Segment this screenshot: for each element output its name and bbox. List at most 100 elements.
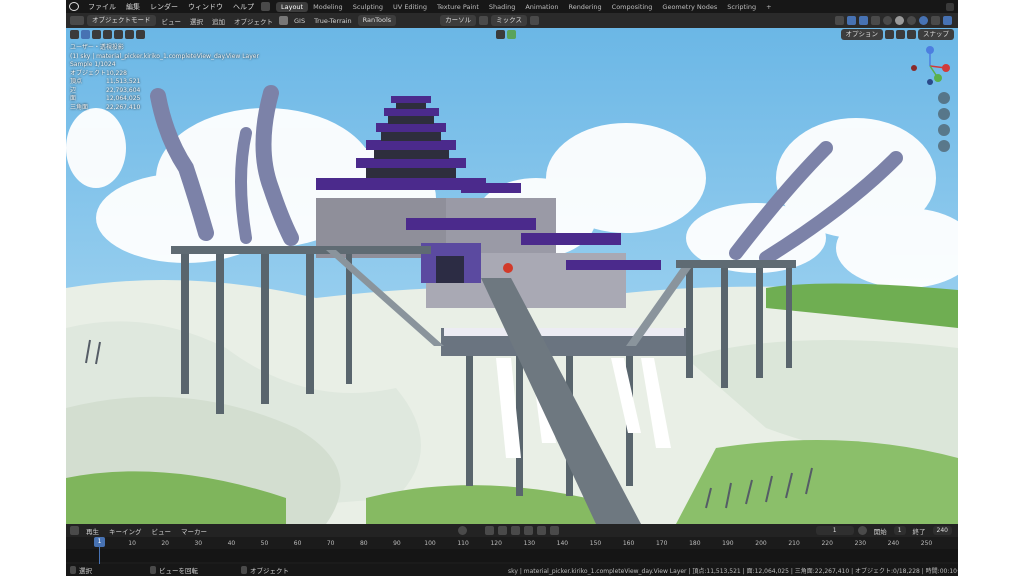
shading-solid-icon[interactable] xyxy=(895,16,904,25)
snap-button[interactable]: スナップ xyxy=(918,28,954,40)
perspective-toggle-icon[interactable] xyxy=(938,140,950,152)
menu-render[interactable]: レンダー xyxy=(145,2,183,12)
menu-add[interactable]: 追加 xyxy=(209,16,228,26)
select-mode-intersect-icon[interactable] xyxy=(136,29,145,39)
frame-label: 240 xyxy=(887,540,900,547)
transform-icon[interactable] xyxy=(907,29,916,39)
scene-icon[interactable] xyxy=(946,2,954,11)
frame-label: 180 xyxy=(689,540,701,547)
tab-shading[interactable]: Shading xyxy=(484,2,520,12)
select-box-icon[interactable] xyxy=(81,29,90,39)
overlay-line: 頂点 11,513,521 xyxy=(70,78,141,85)
tab-animation[interactable]: Animation xyxy=(520,2,563,12)
overlay-toggle-icon[interactable] xyxy=(859,16,868,25)
frame-label: 220 xyxy=(821,540,833,547)
menu-object[interactable]: オブジェクト xyxy=(231,16,276,26)
start-frame-field[interactable]: 1 xyxy=(893,526,906,535)
visibility-icon[interactable] xyxy=(835,16,844,25)
play-icon[interactable] xyxy=(524,526,533,535)
timeline-track[interactable] xyxy=(66,549,958,562)
overlay-line: オブジェクト 10,228 xyxy=(70,69,127,77)
filter-icon[interactable] xyxy=(885,29,894,39)
timeline-ruler[interactable]: 1102030405060708090100110120130140150160… xyxy=(66,537,958,564)
extra-menu-icon[interactable] xyxy=(261,2,270,11)
jump-key-prev-icon[interactable] xyxy=(498,526,507,535)
menu-view[interactable]: ビュー xyxy=(159,16,185,26)
frame-label: 160 xyxy=(622,540,635,547)
end-frame-field[interactable]: 240 xyxy=(932,526,952,535)
select-mode-invert-icon[interactable] xyxy=(125,29,134,39)
tab-layout[interactable]: Layout xyxy=(276,1,309,12)
playhead-line xyxy=(99,547,100,564)
stopwatch-icon[interactable] xyxy=(857,526,867,535)
jump-start-icon[interactable] xyxy=(485,526,494,535)
pause-render-icon[interactable] xyxy=(931,16,940,25)
menu-marker[interactable]: マーカー xyxy=(178,526,210,536)
auto-keying-icon[interactable] xyxy=(458,526,467,535)
frame-label: 30 xyxy=(194,540,203,547)
current-frame-field[interactable]: 1 xyxy=(815,526,854,535)
menu-window[interactable]: ウィンドウ xyxy=(183,2,228,12)
play-reverse-icon[interactable] xyxy=(511,526,520,535)
select-mode-subtract-icon[interactable] xyxy=(114,29,123,39)
menu-select[interactable]: 選択 xyxy=(187,16,206,26)
editor-type-icon[interactable] xyxy=(70,16,84,25)
falloff-icon[interactable] xyxy=(529,16,539,25)
cursor-tool-icon[interactable] xyxy=(70,29,79,39)
tab-texture-paint[interactable]: Texture Paint xyxy=(432,2,484,12)
frame-label: 110 xyxy=(457,540,469,547)
camera-view-icon[interactable] xyxy=(938,124,950,136)
gear-icon[interactable] xyxy=(896,29,905,39)
jump-end-icon[interactable] xyxy=(550,526,559,535)
collapse-header-icon[interactable] xyxy=(496,29,505,39)
navigation-gizmo[interactable] xyxy=(908,44,952,88)
menu-playback[interactable]: 再生 xyxy=(83,526,102,536)
frame-label: 200 xyxy=(755,540,767,547)
menu-gis[interactable]: GIS xyxy=(291,17,308,25)
shading-wireframe-icon[interactable] xyxy=(883,16,892,25)
rantools-dropdown[interactable]: RanTools xyxy=(357,15,397,26)
3d-viewport[interactable]: オプション スナップ ユーザー・透視投影 (1) sky | material_… xyxy=(66,28,958,524)
blender-logo-icon[interactable] xyxy=(69,2,79,11)
xray-icon[interactable] xyxy=(871,16,880,25)
tab-geometry-nodes[interactable]: Geometry Nodes xyxy=(657,2,722,12)
add-workspace-button[interactable]: + xyxy=(761,2,776,12)
tab-compositing[interactable]: Compositing xyxy=(607,2,658,12)
select-mode-extend-icon[interactable] xyxy=(103,29,112,39)
tab-uv-editing[interactable]: UV Editing xyxy=(388,2,432,12)
menu-keying[interactable]: キーイング xyxy=(106,526,145,536)
menu-edit[interactable]: 編集 xyxy=(121,2,145,12)
shading-material-icon[interactable] xyxy=(907,16,916,25)
zoom-view-icon[interactable] xyxy=(938,92,950,104)
tab-sculpting[interactable]: Sculpting xyxy=(348,2,388,12)
playhead[interactable]: 1 xyxy=(94,537,105,547)
gis-icon xyxy=(279,16,288,25)
menu-file[interactable]: ファイル xyxy=(83,2,121,12)
select-mode-new-icon[interactable] xyxy=(92,29,101,39)
options-dropdown[interactable]: オプション xyxy=(840,28,883,40)
menu-timeline-view[interactable]: ビュー xyxy=(149,526,175,536)
overlay-line: Sample 1/1024 xyxy=(70,61,116,68)
pan-hand-icon[interactable] xyxy=(938,108,950,120)
pivot-dropdown[interactable]: カーソル xyxy=(440,15,477,26)
tab-scripting[interactable]: Scripting xyxy=(722,2,761,12)
menu-help[interactable]: ヘルプ xyxy=(228,2,259,12)
frame-label: 210 xyxy=(788,540,800,547)
viewport-header: オブジェクトモード ビュー 選択 追加 オブジェクト GIS True-Terr… xyxy=(66,13,958,28)
frame-label: 230 xyxy=(854,540,867,547)
shading-rendered-icon[interactable] xyxy=(919,16,928,25)
tab-modeling[interactable]: Modeling xyxy=(308,2,348,12)
sidebar-toggle-icon[interactable] xyxy=(943,16,952,25)
tab-rendering[interactable]: Rendering xyxy=(563,2,606,12)
gizmo-toggle-icon[interactable] xyxy=(847,16,856,25)
snap-target-icon[interactable] xyxy=(479,16,489,25)
blend-mode-dropdown[interactable]: ミックス xyxy=(491,15,527,26)
frame-label: 140 xyxy=(556,540,569,547)
clock-icon[interactable] xyxy=(70,526,79,535)
jump-key-next-icon[interactable] xyxy=(537,526,546,535)
menu-true-terrain[interactable]: True-Terrain xyxy=(311,17,355,25)
frame-label: 170 xyxy=(655,540,668,547)
addon-icon[interactable] xyxy=(507,29,516,39)
frame-label: 80 xyxy=(359,540,368,547)
mode-dropdown[interactable]: オブジェクトモード xyxy=(87,15,156,26)
